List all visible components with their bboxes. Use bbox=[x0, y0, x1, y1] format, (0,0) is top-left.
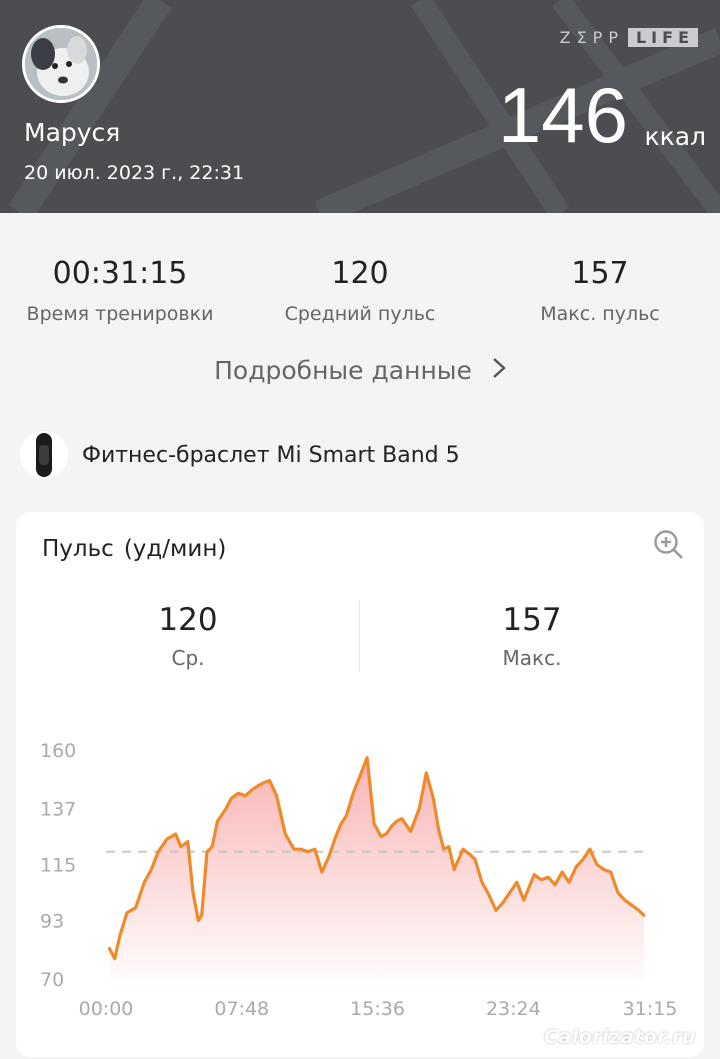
stat-label: Макс. пульс bbox=[540, 303, 660, 325]
stat-value: 00:31:15 bbox=[52, 256, 188, 291]
details-link-label: Подробные данные bbox=[214, 356, 472, 385]
stat-label: Время тренировки bbox=[26, 303, 214, 325]
y-tick-label: 93 bbox=[40, 910, 64, 932]
stat-max-hr: 157 Макс. пульс bbox=[480, 256, 720, 325]
x-tick-label: 31:15 bbox=[623, 998, 678, 1020]
dog-avatar-icon bbox=[25, 28, 97, 100]
workout-header: Маруся 20 июл. 2023 г., 22:31 ZΣPP LIFE … bbox=[0, 0, 720, 213]
y-tick-label: 137 bbox=[40, 799, 76, 821]
stat-duration: 00:31:15 Время тренировки bbox=[0, 256, 240, 325]
stat-value: 157 bbox=[571, 256, 629, 291]
workout-date: 20 июл. 2023 г., 22:31 bbox=[24, 162, 245, 184]
band-icon bbox=[20, 431, 68, 479]
y-tick-label: 70 bbox=[40, 969, 64, 991]
watermark: Calorizator.ru bbox=[543, 1026, 696, 1048]
heart-rate-card: Пульс (уд/мин) 120 Ср. 157 Макс. 160 137 11… bbox=[16, 512, 704, 1057]
stat-avg-hr: 120 Средний пульс bbox=[240, 256, 480, 325]
calories-unit: ккал bbox=[644, 122, 707, 151]
brand-zepp: ZΣPP bbox=[559, 28, 624, 47]
zepp-life-logo: ZΣPP LIFE bbox=[560, 28, 698, 47]
device-name: Фитнес-браслет Mi Smart Band 5 bbox=[82, 443, 460, 468]
y-tick-label: 160 bbox=[40, 740, 76, 762]
x-tick-label: 00:00 bbox=[79, 998, 134, 1020]
user-avatar[interactable] bbox=[22, 25, 100, 103]
y-tick-label: 115 bbox=[40, 855, 76, 877]
details-link[interactable]: Подробные данные bbox=[0, 356, 720, 385]
chevron-right-icon bbox=[492, 356, 506, 385]
stat-label: Средний пульс bbox=[284, 303, 436, 325]
x-tick-label: 07:48 bbox=[214, 998, 269, 1020]
x-tick-label: 23:24 bbox=[486, 998, 541, 1020]
x-tick-label: 15:36 bbox=[350, 998, 405, 1020]
user-name: Маруся bbox=[24, 118, 121, 147]
calories-value: 146 bbox=[497, 71, 628, 159]
brand-life: LIFE bbox=[627, 28, 698, 47]
stat-value: 120 bbox=[331, 256, 389, 291]
heart-rate-chart[interactable]: 160 137 115 93 70 00:00 07:48 15:36 23:24 31:15 bbox=[16, 512, 704, 1057]
